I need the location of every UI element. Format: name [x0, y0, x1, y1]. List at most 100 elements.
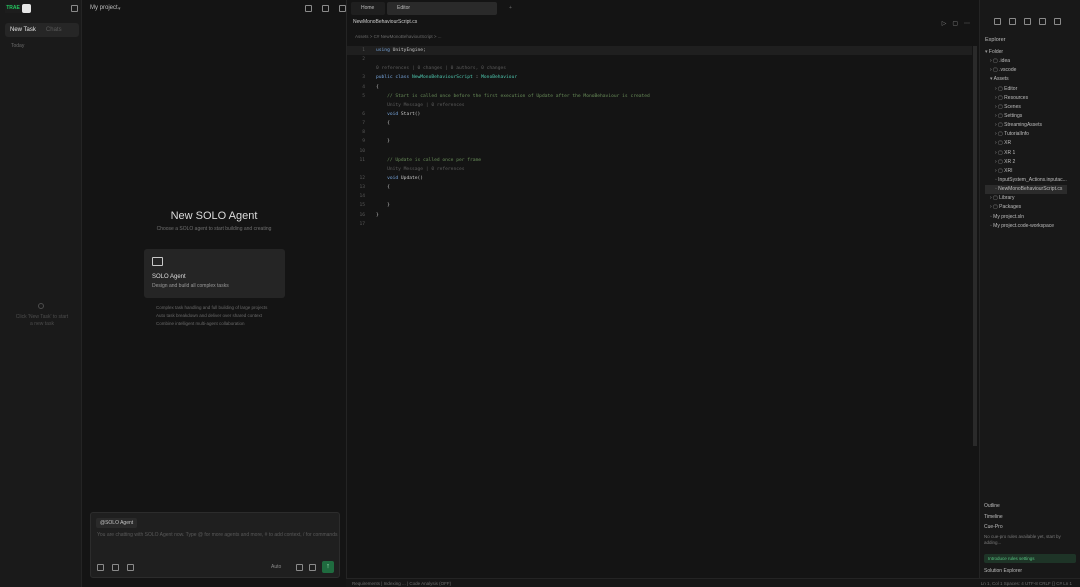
code-line[interactable]: 1 using UnityEngine;	[347, 46, 972, 56]
tree-item[interactable]: › ▢ XR 2	[985, 158, 1067, 167]
chevron-down-icon[interactable]: ▾	[118, 6, 121, 12]
code-line[interactable]: Unity Message | 0 references	[347, 165, 972, 174]
code-line[interactable]: 10	[347, 147, 972, 156]
code-line[interactable]: 3 public class NewMonoBehaviourScript : M…	[347, 73, 972, 82]
tree-item[interactable]: › ▢ .idea	[985, 57, 1067, 66]
run-icon[interactable]: ▷	[942, 20, 947, 27]
code-line[interactable]: Unity Message | 0 references	[347, 101, 972, 110]
search-icon[interactable]	[1009, 18, 1016, 25]
file-tab[interactable]: NewMonoBehaviourScript.cs	[353, 19, 417, 29]
attach-icon[interactable]	[97, 564, 104, 571]
tab-chats[interactable]: Chats	[41, 27, 67, 33]
code-token: void	[376, 111, 401, 117]
chat-input-box[interactable]: @SOLO Agent You are chatting with SOLO A…	[90, 512, 340, 578]
solo-agent-card[interactable]: SOLO Agent Design and build all complex …	[144, 249, 285, 298]
tree-item[interactable]: ◦ NewMonoBehaviourScript.cs	[985, 185, 1067, 195]
code-editor: Home Editor + NewMonoBehaviourScript.cs …	[346, 0, 978, 578]
code-line[interactable]: 15 }	[347, 201, 972, 210]
toggle-sidebar-icon[interactable]	[71, 5, 78, 12]
code-line[interactable]: 0 references | 0 changes | 0 authors, 0 …	[347, 64, 972, 73]
status-left[interactable]: Requirements | Indexing ... | Code Analy…	[352, 579, 451, 587]
folder-icon: › ▢	[990, 67, 1000, 74]
code-line[interactable]: 2	[347, 55, 972, 64]
tree-item[interactable]: › ▢ Library	[985, 194, 1067, 203]
folder-icon: › ▢	[995, 131, 1005, 138]
code-line[interactable]: 9 }	[347, 137, 972, 146]
section-timeline[interactable]: Timeline	[984, 514, 1003, 520]
tab-editor[interactable]: Editor	[387, 2, 497, 15]
tree-item[interactable]: › ▢ XR 1	[985, 149, 1067, 158]
files-icon[interactable]	[994, 18, 1001, 25]
new-tab-icon[interactable]: +	[499, 2, 522, 15]
tree-item[interactable]: › ▢ Packages	[985, 203, 1067, 212]
line-number: 6	[362, 111, 365, 117]
tree-item[interactable]: › ▢ Resources	[985, 94, 1067, 103]
chevron-down-icon[interactable]	[1054, 18, 1061, 25]
section-solution-explorer[interactable]: Solution Explorer	[984, 568, 1022, 574]
tree-item[interactable]: ◦ My project.sln	[985, 213, 1067, 222]
app-logo: TRAE	[5, 4, 21, 13]
code-line[interactable]: 6 void Start()	[347, 110, 972, 119]
editor-scrollbar[interactable]	[973, 46, 977, 446]
chat-input[interactable]: You are chatting with SOLO Agent now. Ty…	[97, 532, 338, 538]
more-icon[interactable]: ⋯	[964, 20, 970, 27]
cue-pro-button[interactable]: Introduce rules settings	[984, 554, 1076, 563]
code-area[interactable]: 1 using UnityEngine; 2 0 references | 0 cha…	[347, 46, 972, 229]
code-line[interactable]: 11 // Update is called once per frame	[347, 156, 972, 165]
refresh-icon[interactable]	[309, 564, 316, 571]
code-line[interactable]: 4{	[347, 83, 972, 92]
tree-item[interactable]: › ▢ XR	[985, 139, 1067, 148]
fullscreen-icon[interactable]	[305, 5, 312, 12]
agent-chip[interactable]: @SOLO Agent	[96, 518, 138, 528]
tree-item[interactable]: › ▢ Editor	[985, 85, 1067, 94]
code-token: 0 references | 0 changes | 0 authors, 0 …	[376, 66, 506, 72]
code-line[interactable]: 16}	[347, 211, 972, 220]
tree-item[interactable]: › ▢ TutorialInfo	[985, 130, 1067, 139]
code-token: {	[376, 84, 379, 90]
tree-item[interactable]: › ▢ Settings	[985, 112, 1067, 121]
section-outline[interactable]: Outline	[984, 503, 1000, 509]
tree-item[interactable]: › ▢ XRI	[985, 167, 1067, 176]
tree-item-label: XR 2	[1004, 158, 1016, 165]
mention-icon[interactable]	[296, 564, 303, 571]
tree-item[interactable]: › ▢ StreamingAssets	[985, 121, 1067, 130]
list-icon[interactable]	[127, 564, 134, 571]
tree-item[interactable]: › ▢ Scenes	[985, 103, 1067, 112]
agent-subtitle: Choose a SOLO agent to start building an…	[156, 226, 272, 232]
layout-icon[interactable]	[322, 5, 329, 12]
code-line[interactable]: 5 // Start is called once before the fir…	[347, 92, 972, 101]
tree-item[interactable]: › ▢ .vscode	[985, 66, 1067, 75]
code-line[interactable]: 14	[347, 192, 972, 201]
tab-home[interactable]: Home	[351, 2, 385, 15]
tree-item[interactable]: ▾ Folder	[985, 48, 1067, 57]
project-title[interactable]: My project	[90, 5, 118, 11]
tree-item-label: XRI	[1004, 167, 1013, 174]
line-number: 13	[359, 185, 365, 191]
send-button[interactable]: ↑	[322, 561, 334, 573]
page-title: New SOLO Agent	[170, 210, 258, 222]
split-icon[interactable]: ▢	[952, 20, 958, 27]
breadcrumb[interactable]: Assets > C# NewMonoBehaviourScript > ...	[355, 34, 442, 39]
image-icon[interactable]	[112, 564, 119, 571]
panel-top-icons	[305, 5, 346, 12]
model-select[interactable]: Auto	[271, 564, 281, 570]
tree-item-label: Settings	[1004, 112, 1023, 119]
code-token: UnityEngine;	[389, 48, 426, 53]
tab-new-task[interactable]: New Task	[5, 27, 41, 33]
code-line[interactable]: 13 {	[347, 183, 972, 192]
tree-item[interactable]: ▾ Assets	[985, 75, 1067, 84]
code-line[interactable]: 12 void Update()	[347, 174, 972, 183]
extensions-icon[interactable]	[1039, 18, 1046, 25]
section-cue-pro[interactable]: Cue-Pro	[984, 524, 1003, 530]
source-control-icon[interactable]	[1024, 18, 1031, 25]
line-number: 11	[359, 157, 365, 163]
tree-item[interactable]: ◦ My project.code-workspace	[985, 222, 1067, 231]
tree-item[interactable]: ◦ InputSystem_Actions.inputac...	[985, 176, 1067, 185]
line-number: 2	[362, 57, 365, 63]
status-bar: Requirements | Indexing ... | Code Analy…	[346, 578, 1080, 587]
status-right[interactable]: Ln 1, Col 1 Spaces: 4 UTF-8 CRLF {} C# L…	[981, 579, 1072, 587]
code-line[interactable]: 7 {	[347, 119, 972, 128]
code-line[interactable]: 8	[347, 128, 972, 137]
settings-icon[interactable]	[339, 5, 346, 12]
code-line[interactable]: 17	[347, 220, 972, 229]
